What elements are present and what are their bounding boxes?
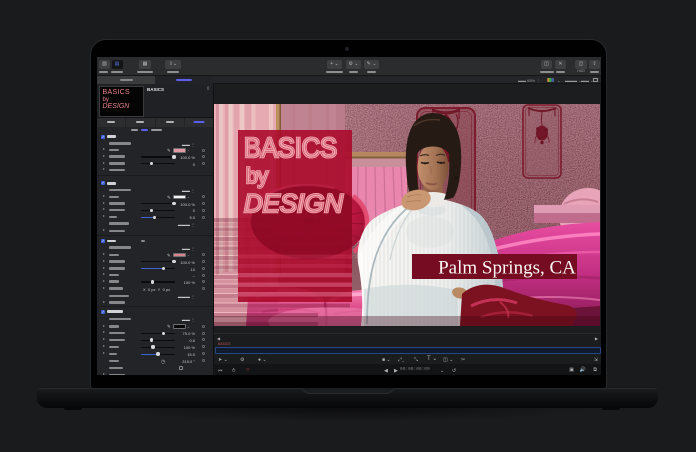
- svg-text:Palm Springs, CA: Palm Springs, CA: [438, 258, 576, 279]
- svg-text:BASICS: BASICS: [244, 132, 337, 163]
- svg-text:DESIGN: DESIGN: [244, 190, 344, 218]
- svg-text:by: by: [246, 165, 269, 188]
